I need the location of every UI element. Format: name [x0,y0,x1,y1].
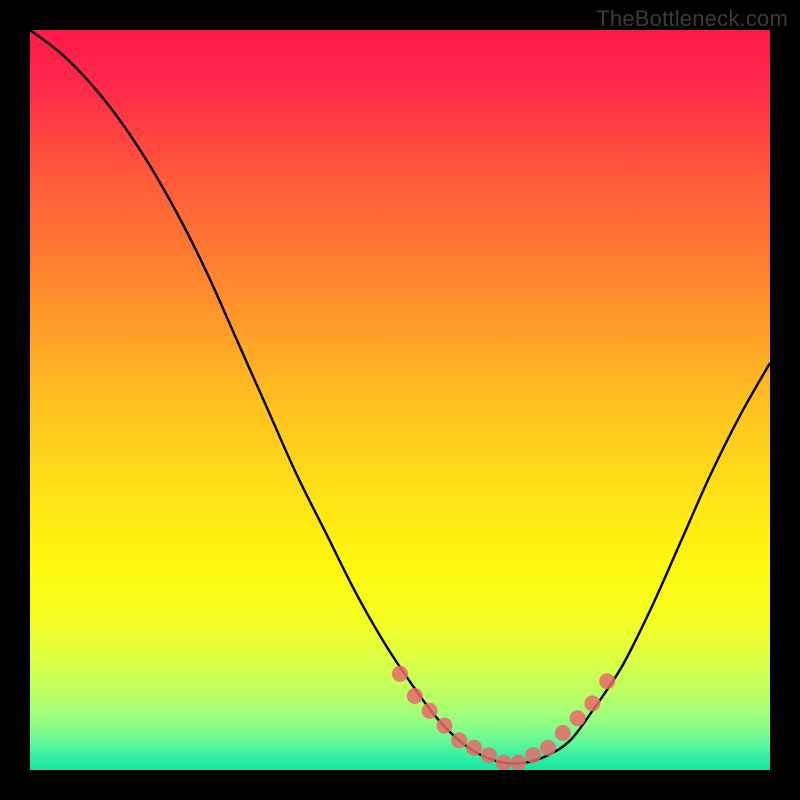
marker-point [496,755,512,770]
marker-point [555,725,571,741]
marker-point [451,732,467,748]
bottleneck-chart [30,30,770,770]
chart-frame: TheBottleneck.com [0,0,800,800]
plot-area [30,30,770,770]
marker-point [436,718,452,734]
marker-point [407,688,423,704]
marker-point [466,740,482,756]
marker-point [422,703,438,719]
marker-point [540,740,556,756]
marker-point [510,755,526,770]
marker-point [584,695,600,711]
watermark-text: TheBottleneck.com [596,6,788,32]
marker-point [481,747,497,763]
marker-point [599,673,615,689]
marker-point [392,666,408,682]
marker-point [570,710,586,726]
marker-point [525,747,541,763]
gradient-background [30,30,770,770]
